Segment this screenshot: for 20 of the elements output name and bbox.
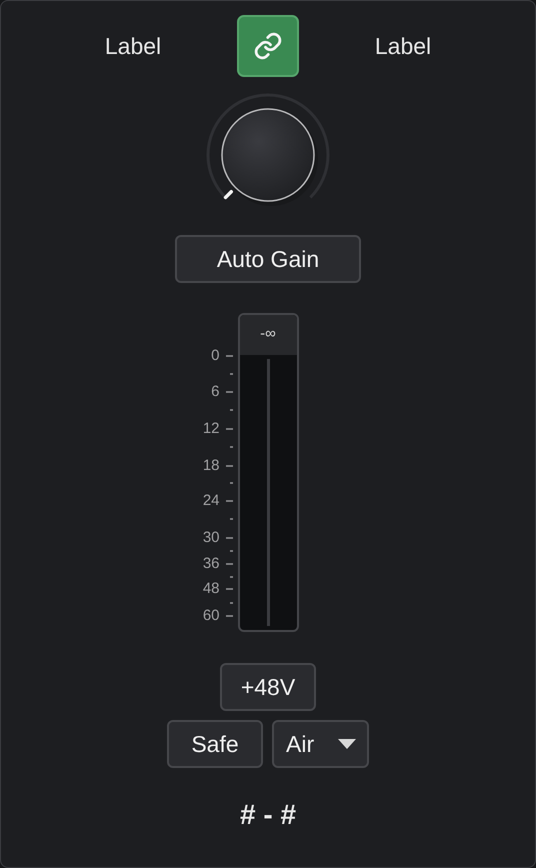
link-icon xyxy=(253,31,283,61)
dropdown-caret-icon xyxy=(337,738,357,750)
channel-label: Label xyxy=(104,32,162,60)
channel-label: Label xyxy=(374,32,432,60)
channel-number: # - # xyxy=(240,799,296,831)
scale-label: 30 xyxy=(202,530,220,546)
air-dropdown[interactable]: Air xyxy=(272,720,369,768)
phantom-power-button[interactable]: +48V xyxy=(220,663,316,711)
auto-gain-button[interactable]: Auto Gain xyxy=(175,235,361,283)
safe-button[interactable]: Safe xyxy=(167,720,263,768)
scale-label: 18 xyxy=(202,458,220,474)
scale-label: 48 xyxy=(202,581,220,597)
link-button[interactable] xyxy=(237,15,299,77)
scale-label: 0 xyxy=(211,348,220,364)
scale-label: 60 xyxy=(202,608,220,624)
scale-label: 36 xyxy=(202,556,220,572)
scale-label: 12 xyxy=(202,421,220,437)
peak-reading: -∞ xyxy=(260,325,276,344)
scale-label: 6 xyxy=(211,384,220,400)
scale-label: 24 xyxy=(202,493,220,509)
